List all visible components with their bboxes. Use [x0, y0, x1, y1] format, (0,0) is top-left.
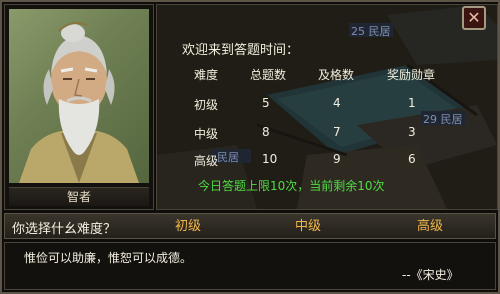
house-sign: 29 民居 — [423, 113, 463, 126]
close-button[interactable]: ✕ — [462, 6, 486, 30]
row-total: 5 — [262, 96, 270, 110]
row-level: 初级 — [194, 98, 219, 112]
option-advanced[interactable]: 高级 — [380, 217, 480, 237]
quote-text: 惟俭可以助廉，惟恕可以成德。 — [24, 251, 193, 265]
row-medals: 1 — [408, 96, 416, 110]
house-sign: 民居 — [217, 151, 239, 164]
row-pass: 9 — [333, 152, 341, 166]
daily-quota-text: 今日答题上限10次，当前剩余10次 — [198, 179, 385, 193]
header-medals: 奖励勋章 — [387, 68, 436, 82]
portrait-panel: 智者 — [4, 4, 154, 210]
house-sign: 25 民居 — [351, 25, 391, 38]
sage-portrait — [9, 9, 149, 183]
row-level: 高级 — [194, 154, 219, 168]
row-level: 中级 — [194, 127, 219, 141]
row-total: 8 — [262, 125, 270, 139]
close-icon: ✕ — [467, 8, 481, 27]
row-total: 10 — [262, 152, 278, 166]
row-medals: 3 — [408, 125, 416, 139]
character-name: 智者 — [9, 187, 149, 206]
header-difficulty: 难度 — [194, 68, 219, 82]
row-pass: 4 — [333, 96, 341, 110]
header-pass: 及格数 — [318, 68, 355, 82]
row-medals: 6 — [408, 152, 416, 166]
question-prompt: 你选择什幺难度？ — [12, 222, 117, 237]
welcome-text: 欢迎来到答题时间： — [182, 43, 300, 58]
option-beginner[interactable]: 初级 — [138, 217, 238, 237]
row-pass: 7 — [333, 125, 341, 139]
option-intermediate[interactable]: 中级 — [258, 217, 358, 237]
quote-source: --《宋史》 — [402, 268, 459, 282]
header-total: 总题数 — [250, 68, 287, 82]
